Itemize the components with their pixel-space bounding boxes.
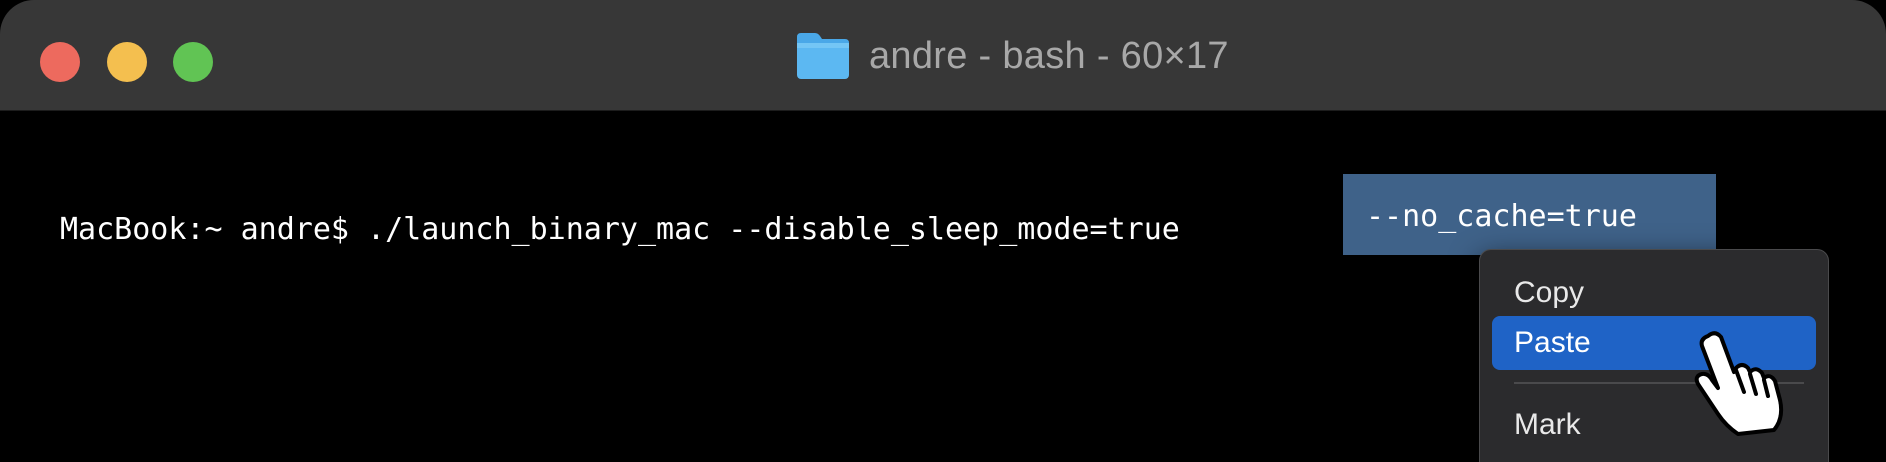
terminal-window: andre - bash - 60×17 MacBook:~ andre$ ./…	[0, 0, 1886, 462]
window-title-group: andre - bash - 60×17	[793, 28, 1229, 84]
title-bar[interactable]: andre - bash - 60×17	[0, 0, 1886, 111]
folder-icon	[797, 33, 849, 79]
selected-text[interactable]: --no_cache=true	[1366, 196, 1637, 236]
zoom-button[interactable]	[173, 42, 213, 82]
pointing-hand-cursor-icon	[1694, 331, 1784, 436]
command-line[interactable]: MacBook:~ andre$ ./launch_binary_mac --d…	[60, 199, 1180, 259]
close-button[interactable]	[40, 42, 80, 82]
menu-item-copy[interactable]: Copy	[1492, 266, 1816, 320]
window-title: andre - bash - 60×17	[869, 34, 1229, 77]
minimize-button[interactable]	[107, 42, 147, 82]
